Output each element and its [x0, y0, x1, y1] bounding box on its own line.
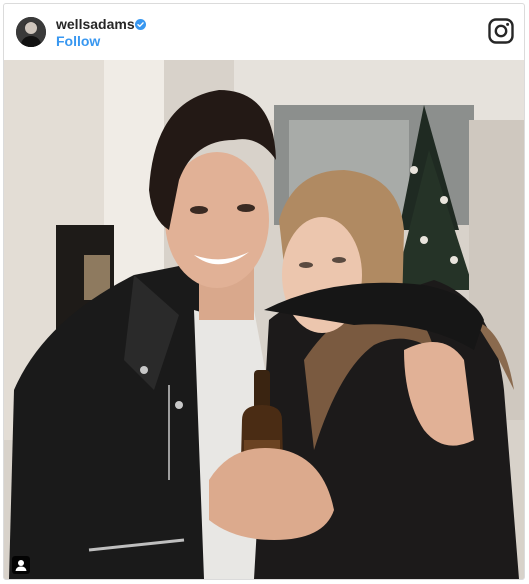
follow-button[interactable]: Follow [56, 33, 100, 49]
user-tag-button[interactable] [12, 556, 30, 574]
post-header: wellsadams Follow [4, 4, 524, 60]
post-photo[interactable] [4, 60, 524, 579]
verified-badge-icon [135, 19, 146, 30]
avatar-image [16, 17, 46, 47]
post-photo-image [4, 60, 524, 579]
instagram-icon[interactable] [488, 18, 514, 44]
username-link[interactable]: wellsadams [56, 16, 135, 32]
avatar[interactable] [16, 17, 46, 47]
user-tag-icon [15, 560, 27, 571]
instagram-post-card: wellsadams Follow [3, 3, 525, 580]
